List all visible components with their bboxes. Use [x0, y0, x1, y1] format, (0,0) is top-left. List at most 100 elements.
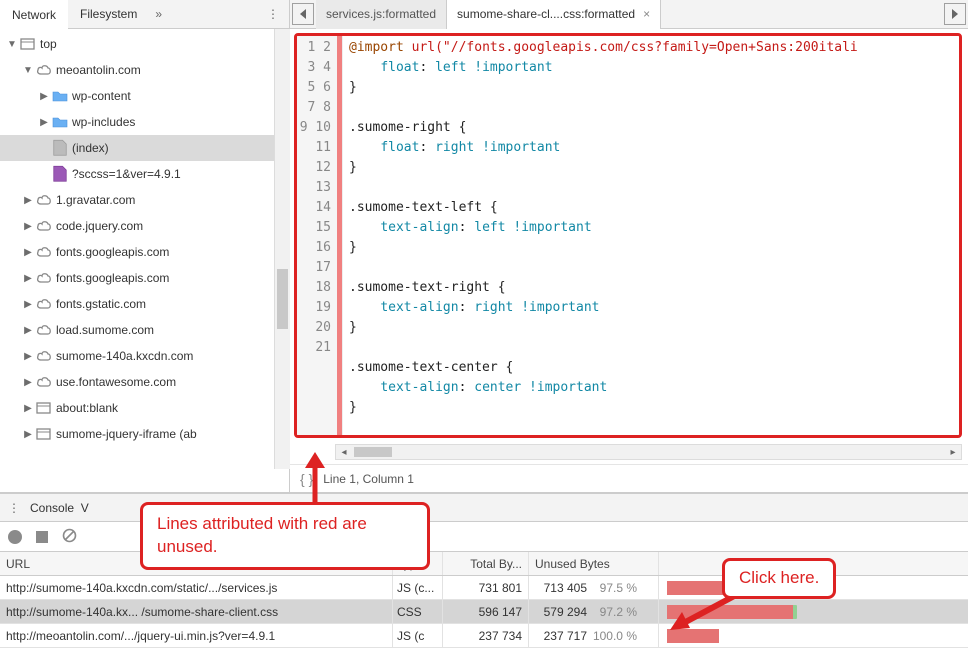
file-tab-services[interactable]: services.js:formatted	[316, 0, 447, 29]
code-text[interactable]: @import url("//fonts.googleapis.com/css?…	[343, 36, 959, 435]
tree-label: fonts.googleapis.com	[54, 271, 169, 285]
cloud-icon	[34, 375, 54, 389]
tree-item-kxc[interactable]: ▶ sumome-140a.kxcdn.com	[0, 343, 289, 369]
tree-item-fga[interactable]: ▶fonts.googleapis.com	[0, 239, 289, 265]
tree-item-lsum[interactable]: ▶ load.sumome.com	[0, 317, 289, 343]
tree-item-meo[interactable]: ▼ meoantolin.com	[0, 57, 289, 83]
triangle-right-icon	[951, 9, 959, 19]
tab-filesystem[interactable]: Filesystem	[68, 0, 149, 29]
cursor-status-bar: { } Line 1, Column 1	[290, 464, 968, 492]
cell-unused: 579 29497.2 %	[529, 600, 659, 623]
tree-item-fga2[interactable]: ▶ fonts.googleapis.com	[0, 265, 289, 291]
col-unused[interactable]: Unused Bytes	[529, 552, 659, 575]
editor-panel: services.js:formatted sumome-share-cl...…	[290, 0, 968, 492]
annotation-text: Lines attributed with red are unused.	[157, 514, 367, 556]
tabs-overflow[interactable]: »	[155, 7, 162, 21]
tree-label: meoantolin.com	[54, 63, 141, 77]
folder-icon	[50, 115, 70, 129]
tree-label: fonts.gstatic.com	[54, 297, 146, 311]
tree-item-ufa[interactable]: ▶ use.fontawesome.com	[0, 369, 289, 395]
tree-label: code.jquery.com	[54, 219, 143, 233]
tree-item-top[interactable]: ▼top	[0, 31, 289, 57]
disclosure-icon[interactable]: ▶	[22, 351, 34, 362]
cell-url: http://sumome-140a.kxcdn.com/static/.../…	[0, 576, 393, 599]
tree-label: (index)	[70, 141, 109, 155]
tab-network[interactable]: Network	[0, 0, 68, 29]
nav-forward-button[interactable]	[944, 3, 966, 25]
editor-hscrollbar[interactable]: ◂ ▸	[335, 444, 962, 460]
disclosure-icon[interactable]: ▼	[22, 65, 34, 76]
tree-label: wp-content	[70, 89, 131, 103]
tree-item-wpc[interactable]: ▶ wp-content	[0, 83, 289, 109]
tree-item-idx[interactable]: (index)	[0, 135, 289, 161]
frame-icon	[34, 427, 54, 441]
line-numbers: 1 2 3 4 5 6 7 8 9 10 11 12 13 14 15 16 1…	[297, 36, 337, 435]
tree-item-jq[interactable]: ▶ code.jquery.com	[0, 213, 289, 239]
tree-label: sumome-jquery-iframe (ab	[54, 427, 197, 441]
nav-back-button[interactable]	[292, 3, 314, 25]
file-tab-label: services.js:formatted	[326, 7, 436, 21]
cell-unused: 237 717100.0 %	[529, 624, 659, 647]
sources-navigator: Network Filesystem » ⋮ ▼top▼meoantolin.c…	[0, 0, 290, 492]
cloud-icon	[34, 349, 54, 363]
cell-type: JS (c...	[393, 576, 443, 599]
tree-item-wpi[interactable]: ▶ wp-includes	[0, 109, 289, 135]
coverage-row[interactable]: http://sumome-140a.kx... /sumome-share-c…	[0, 600, 968, 624]
tree-item-scc[interactable]: ?sccss=1&ver=4.9.1	[0, 161, 289, 187]
cloud-icon	[34, 245, 54, 259]
cloud-icon	[34, 63, 54, 77]
col-total[interactable]: Total By...	[443, 552, 529, 575]
tree-label: wp-includes	[70, 115, 135, 129]
tree-scrollbar[interactable]	[274, 29, 290, 469]
tree-label: use.fontawesome.com	[54, 375, 176, 389]
navigator-menu-icon[interactable]: ⋮	[257, 7, 289, 21]
cell-type: JS (c	[393, 624, 443, 647]
cloud-icon	[34, 219, 54, 233]
file-tree[interactable]: ▼top▼meoantolin.com▶wp-content▶wp-includ…	[0, 29, 289, 492]
clear-icon[interactable]	[62, 528, 77, 546]
scroll-right-icon[interactable]: ▸	[945, 445, 961, 459]
code-editor[interactable]: 1 2 3 4 5 6 7 8 9 10 11 12 13 14 15 16 1…	[294, 33, 962, 438]
disclosure-icon[interactable]: ▶	[22, 429, 34, 440]
tree-item-sif[interactable]: ▶ sumome-jquery-iframe (ab	[0, 421, 289, 447]
annotation-click: Click here.	[722, 558, 836, 599]
cell-total: 237 734	[443, 624, 529, 647]
cloud-icon	[34, 297, 54, 311]
disclosure-icon[interactable]: ▶	[38, 117, 50, 128]
tree-label: load.sumome.com	[54, 323, 154, 337]
record-icon[interactable]	[8, 530, 22, 544]
tree-item-grav[interactable]: ▶1.gravatar.com	[0, 187, 289, 213]
disclosure-icon[interactable]: ▶	[22, 403, 34, 414]
tree-label: about:blank	[54, 401, 118, 415]
disclosure-icon[interactable]: ▶	[22, 299, 34, 310]
close-icon[interactable]: ×	[643, 7, 650, 21]
annotation-unused: Lines attributed with red are unused.	[140, 502, 430, 570]
annotation-arrow-icon	[297, 448, 347, 508]
cell-url: http://meoantolin.com/.../jquery-ui.min.…	[0, 624, 393, 647]
file-gray-icon	[50, 139, 70, 157]
tree-label: sumome-140a.kxcdn.com	[54, 349, 193, 363]
tree-item-fgs[interactable]: ▶ fonts.gstatic.com	[0, 291, 289, 317]
cloud-icon	[34, 271, 54, 285]
disclosure-icon[interactable]: ▶	[22, 221, 34, 232]
coverage-row[interactable]: http://meoantolin.com/.../jquery-ui.min.…	[0, 624, 968, 648]
disclosure-icon[interactable]: ▶	[22, 377, 34, 388]
tree-item-abl[interactable]: ▶ about:blank	[0, 395, 289, 421]
file-tab-label: sumome-share-cl....css:formatted	[457, 7, 635, 21]
disclosure-icon[interactable]: ▶	[22, 273, 34, 284]
disclosure-icon[interactable]: ▶	[38, 91, 50, 102]
navigator-tabs: Network Filesystem » ⋮	[0, 0, 289, 29]
disclosure-icon[interactable]: ▼	[6, 39, 18, 50]
disclosure-icon[interactable]: ▶	[22, 247, 34, 258]
disclosure-icon[interactable]: ▶	[22, 195, 34, 206]
drawer-menu-icon[interactable]: ⋮	[8, 501, 20, 515]
reload-icon[interactable]	[36, 531, 48, 543]
file-purple-icon	[50, 165, 70, 183]
tree-label: ?sccss=1&ver=4.9.1	[70, 167, 181, 181]
drawer-tab-console[interactable]: Console V	[30, 501, 89, 515]
folder-icon	[50, 89, 70, 103]
file-tab-sumome[interactable]: sumome-share-cl....css:formatted ×	[447, 0, 661, 29]
file-tabs: services.js:formatted sumome-share-cl...…	[290, 0, 968, 29]
scrollbar-thumb[interactable]	[354, 447, 392, 457]
disclosure-icon[interactable]: ▶	[22, 325, 34, 336]
